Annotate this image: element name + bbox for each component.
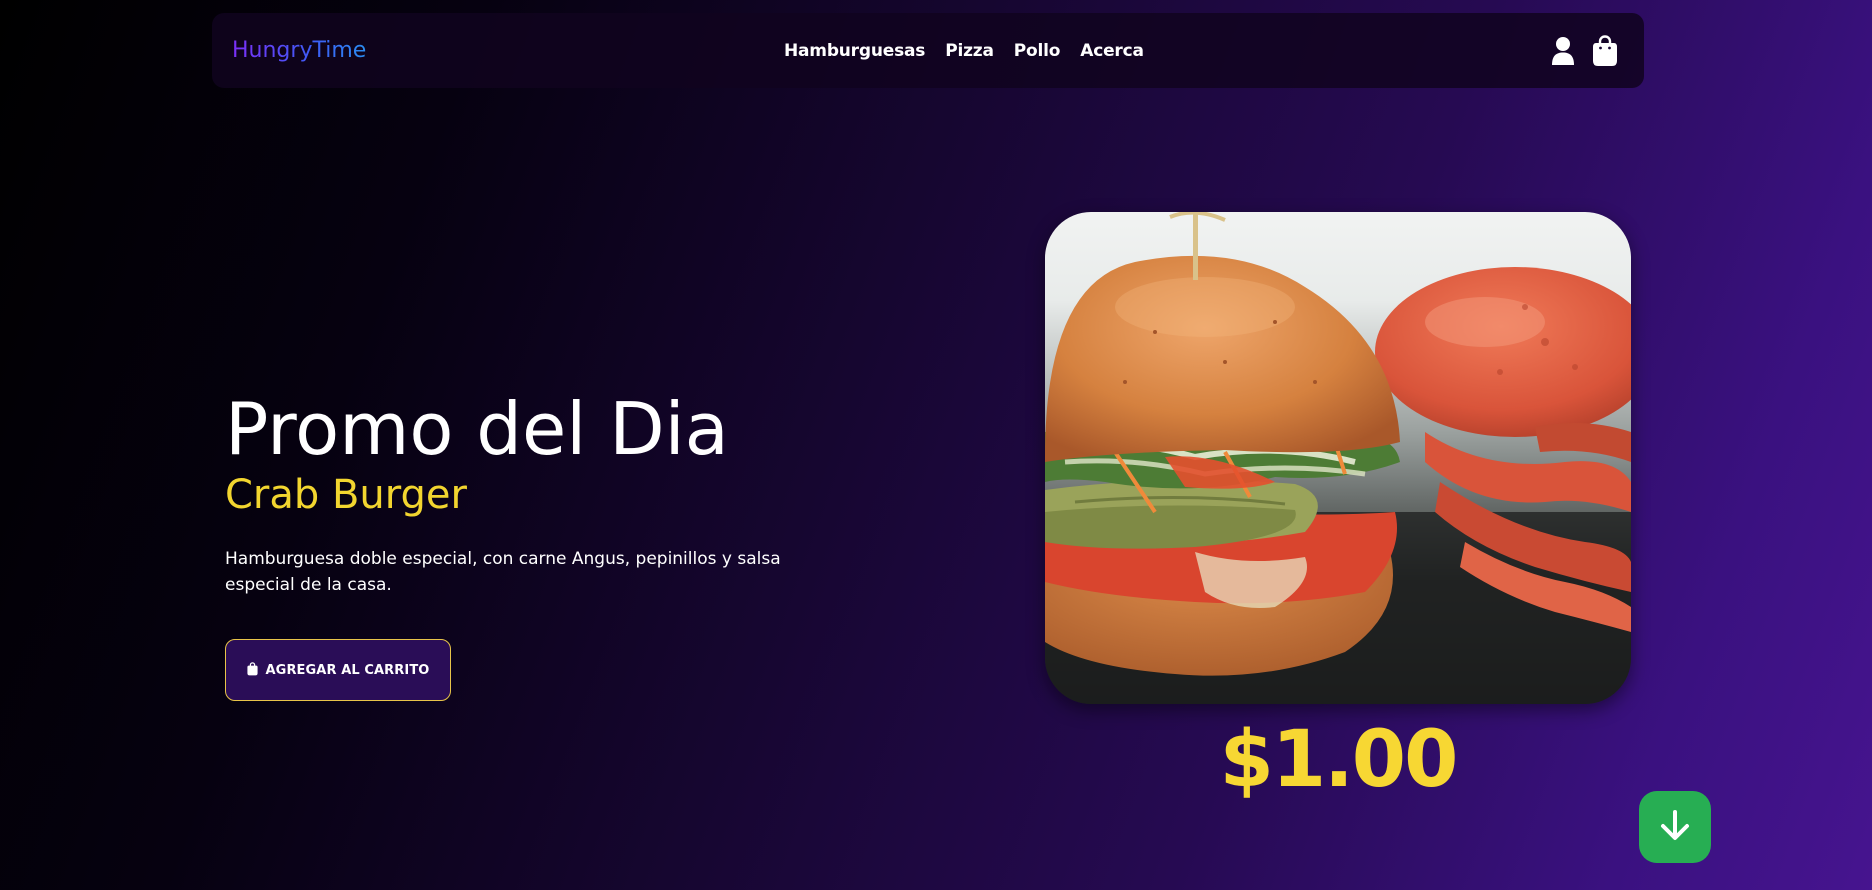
hero-title: Promo del Dia — [225, 387, 729, 471]
nav-link-pollo[interactable]: Pollo — [1014, 41, 1061, 61]
brand-logo[interactable]: HungryTime — [232, 13, 366, 88]
nav-links: Hamburguesas Pizza Pollo Acerca — [784, 13, 1144, 88]
shopping-bag-icon[interactable] — [1592, 34, 1618, 67]
hero-description: Hamburguesa doble especial, con carne An… — [225, 549, 781, 595]
shopping-bag-icon — [246, 661, 258, 680]
nav-link-pizza[interactable]: Pizza — [945, 41, 994, 61]
add-to-cart-button[interactable]: AGREGAR AL CARRITO — [225, 639, 451, 701]
navbar: HungryTime Hamburguesas Pizza Pollo Acer… — [212, 13, 1644, 88]
user-icon[interactable] — [1550, 35, 1576, 67]
nav-icons — [1550, 13, 1618, 88]
product-price: $1.00 — [1219, 715, 1459, 805]
add-to-cart-label: AGREGAR AL CARRITO — [265, 662, 430, 678]
scroll-down-button[interactable] — [1639, 791, 1711, 863]
nav-link-acerca[interactable]: Acerca — [1080, 41, 1144, 61]
hero-subtitle: Crab Burger — [225, 472, 467, 518]
product-image — [1045, 212, 1631, 704]
arrow-down-icon — [1657, 807, 1693, 847]
nav-link-hamburguesas[interactable]: Hamburguesas — [784, 41, 925, 61]
